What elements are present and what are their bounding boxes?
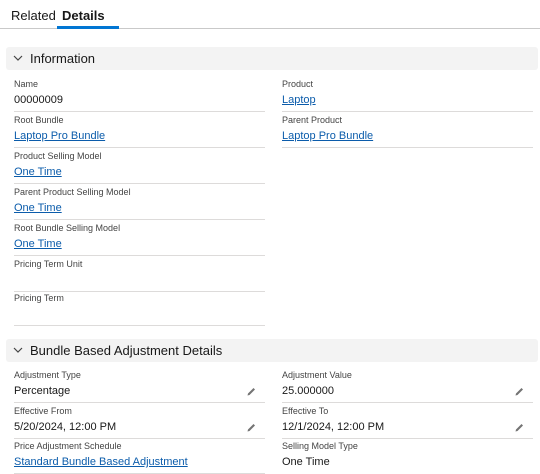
pencil-icon[interactable] [514,386,525,397]
field-pricing-term-unit: Pricing Term Unit [14,257,265,292]
field-label: Price Adjustment Schedule [14,441,122,451]
field-root-bundle-selling-model: Root Bundle Selling Model One Time [14,221,265,256]
field-effective-from: Effective From 5/20/2024, 12:00 PM [14,404,265,439]
field-price-adjustment-schedule: Price Adjustment Schedule Standard Bundl… [14,439,265,474]
field-value: One Time [282,456,330,468]
field-label: Name [14,79,39,89]
pencil-icon[interactable] [514,422,525,433]
tab-details[interactable]: Details [62,8,105,23]
field-product: Product Laptop [282,77,533,112]
field-label: Effective From [14,406,72,416]
field-root-bundle: Root Bundle Laptop Pro Bundle [14,113,265,148]
field-value: 00000009 [14,94,63,106]
section-title: Information [30,51,96,66]
section-header-information[interactable]: Information [6,47,538,70]
section-title: Bundle Based Adjustment Details [30,343,223,358]
field-value: 12/1/2024, 12:00 PM [282,421,385,433]
root-bundle-link[interactable]: Laptop Pro Bundle [14,130,105,142]
chevron-down-icon [11,343,25,357]
chevron-down-icon [11,51,25,65]
pencil-icon[interactable] [246,422,257,433]
product-selling-model-link[interactable]: One Time [14,166,62,178]
field-label: Parent Product Selling Model [14,187,131,197]
field-pricing-term: Pricing Term [14,291,265,326]
field-label: Product [282,79,314,89]
field-label: Pricing Term [14,293,64,303]
field-value: Percentage [14,385,71,397]
field-label: Adjustment Value [282,370,352,380]
field-label: Product Selling Model [14,151,102,161]
field-adjustment-value: Adjustment Value 25.000000 [282,368,533,403]
pencil-icon[interactable] [246,386,257,397]
field-effective-to: Effective To 12/1/2024, 12:00 PM [282,404,533,439]
parent-product-link[interactable]: Laptop Pro Bundle [282,130,373,142]
field-value: 25.000000 [282,385,334,397]
tab-related[interactable]: Related [11,8,56,23]
field-value: 5/20/2024, 12:00 PM [14,421,117,433]
field-label: Adjustment Type [14,370,81,380]
field-selling-model-type: Selling Model Type One Time [282,439,533,474]
field-label: Effective To [282,406,329,416]
price-adjustment-schedule-link[interactable]: Standard Bundle Based Adjustment [14,456,188,468]
field-label: Root Bundle Selling Model [14,223,121,233]
field-label: Selling Model Type [282,441,358,451]
field-parent-product-selling-model: Parent Product Selling Model One Time [14,185,265,220]
field-adjustment-type: Adjustment Type Percentage [14,368,265,403]
field-label: Pricing Term Unit [14,259,83,269]
section-header-bundle-based-adjustment[interactable]: Bundle Based Adjustment Details [6,339,538,362]
tab-bar: Related Details [0,0,540,29]
field-label: Root Bundle [14,115,64,125]
field-parent-product: Parent Product Laptop Pro Bundle [282,113,533,148]
active-tab-indicator [57,26,119,29]
root-bundle-selling-model-link[interactable]: One Time [14,238,62,250]
field-product-selling-model: Product Selling Model One Time [14,149,265,184]
field-label: Parent Product [282,115,343,125]
product-link[interactable]: Laptop [282,94,316,106]
field-name: Name 00000009 [14,77,265,112]
parent-product-selling-model-link[interactable]: One Time [14,202,62,214]
